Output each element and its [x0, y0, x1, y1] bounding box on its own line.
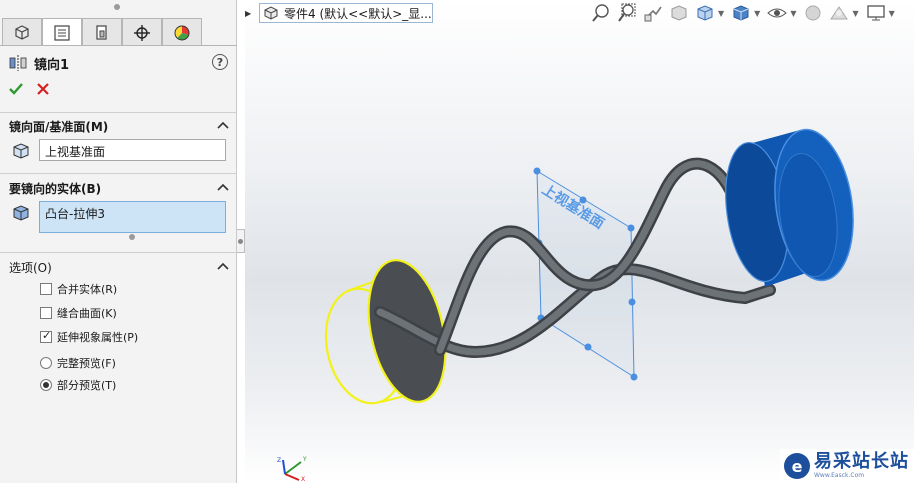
display-manager-icon: [174, 25, 190, 40]
display-style-button[interactable]: [730, 2, 752, 24]
merge-bodies-checkbox[interactable]: [40, 283, 52, 295]
knit-surfaces-label: 缝合曲面(K): [57, 307, 117, 320]
tab-display-manager[interactable]: [162, 18, 202, 46]
monitor-icon: [866, 5, 885, 21]
watermark-logo-icon: e: [784, 453, 810, 479]
property-manager-icon: [54, 24, 70, 41]
property-manager-panel: 镜向1 ? 镜向面/基准面(M) 上视基准面 要镜向的实体(B) 凸台-拉伸3 …: [0, 0, 237, 483]
manager-tabs: [2, 18, 202, 46]
tab-configuration-manager[interactable]: [82, 18, 122, 46]
watermark: e 易采站长站 Www.Easck.Com: [780, 449, 914, 483]
scene-icon: [830, 6, 849, 20]
propagate-visual-checkbox[interactable]: [40, 329, 52, 343]
view-orientation-icon: [697, 5, 713, 21]
zoom-to-area-icon: [618, 3, 636, 22]
tab-property-manager[interactable]: [42, 18, 82, 46]
hide-show-items-button[interactable]: [766, 2, 788, 24]
list-resize-grip[interactable]: [129, 234, 135, 240]
partial-preview-radio[interactable]: [40, 379, 52, 391]
panel-splitter-handle[interactable]: [237, 229, 245, 253]
triad-y-axis: [284, 461, 302, 475]
part-icon: [264, 6, 278, 20]
partial-preview-option[interactable]: 部分预览(T): [40, 377, 116, 393]
cancel-x-icon[interactable]: [36, 82, 50, 96]
zoom-to-fit-button[interactable]: [590, 2, 612, 24]
watermark-title: 易采站长站: [814, 451, 909, 472]
view-settings-dropdown-icon[interactable]: ▼: [889, 9, 895, 18]
tabs-divider: [0, 45, 237, 46]
full-preview-radio[interactable]: [40, 357, 52, 369]
tab-feature-manager[interactable]: [2, 18, 42, 46]
help-icon[interactable]: ?: [212, 54, 228, 70]
mirror-feature-icon: [9, 55, 27, 71]
section-divider: [0, 112, 237, 113]
knit-surfaces-checkbox[interactable]: [40, 307, 52, 319]
display-style-icon: [733, 5, 749, 21]
tab-dimxpert-manager[interactable]: [122, 18, 162, 46]
propagate-visual-option[interactable]: 延伸视象属性(P): [40, 329, 138, 345]
collapse-chevron-icon[interactable]: [217, 261, 229, 271]
part-name: 零件4 (默认<<默认>_显...: [284, 6, 432, 21]
model-scene: 上视基准面: [324, 128, 854, 405]
mirror-plane-field[interactable]: 上视基准面: [39, 139, 226, 161]
mirror-plane-group-title: 镜向面/基准面(M): [9, 120, 109, 134]
zoom-to-fit-icon: [592, 4, 609, 22]
view-settings-button[interactable]: [865, 2, 887, 24]
merge-bodies-option[interactable]: 合并实体(R): [40, 281, 117, 297]
propagate-visual-label: 延伸视象属性(P): [57, 331, 139, 344]
merge-bodies-label: 合并实体(R): [57, 283, 118, 296]
section-divider: [0, 252, 237, 253]
panel-resize-grip[interactable]: [114, 4, 120, 10]
dimxpert-manager-icon: [134, 24, 150, 41]
triad-y-label: Y: [302, 456, 307, 463]
previous-view-icon: [644, 6, 662, 22]
part-breadcrumb[interactable]: 零件4 (默认<<默认>_显...: [259, 3, 433, 23]
zoom-to-area-button[interactable]: [616, 2, 638, 24]
hide-show-eye-icon: [767, 8, 788, 18]
collapse-chevron-icon[interactable]: [217, 182, 229, 192]
apply-scene-button[interactable]: [828, 2, 850, 24]
ok-check-icon[interactable]: [9, 82, 23, 96]
full-preview-label: 完整预览(F): [57, 357, 116, 370]
section-divider: [0, 173, 237, 174]
plane-selection-icon: [13, 143, 29, 159]
reference-triad: Y X Z: [277, 456, 307, 482]
view-orientation-dropdown-icon[interactable]: ▼: [718, 9, 724, 18]
section-view-button[interactable]: [668, 2, 690, 24]
watermark-text-block: 易采站长站 Www.Easck.Com: [814, 452, 909, 480]
full-preview-option[interactable]: 完整预览(F): [40, 355, 116, 371]
view-orientation-button[interactable]: [694, 2, 716, 24]
triad-z-label: Z: [277, 457, 281, 464]
feature-title-row: 镜向1 ?: [8, 52, 230, 74]
feature-manager-icon: [15, 24, 29, 40]
section-view-icon: [671, 5, 687, 21]
display-style-dropdown-icon[interactable]: ▼: [754, 9, 760, 18]
solid-body-icon: [13, 205, 29, 221]
bodies-selection-list[interactable]: 凸台-拉伸3: [39, 201, 226, 233]
watermark-url: Www.Easck.Com: [814, 472, 865, 479]
tree-expand-arrow-icon[interactable]: ▶: [245, 9, 251, 18]
triad-x-axis: [284, 473, 300, 481]
triad-x-label: X: [301, 476, 305, 482]
hide-show-dropdown-icon[interactable]: ▼: [790, 9, 796, 18]
previous-view-button[interactable]: [642, 2, 664, 24]
collapse-chevron-icon[interactable]: [217, 120, 229, 130]
scene-dropdown-icon[interactable]: ▼: [852, 9, 858, 18]
edit-appearance-button[interactable]: [802, 2, 824, 24]
graphics-viewport[interactable]: 上视基准面 ▶ 零件4 (默认<<默认>_显... ▼ ▼ ▼ ▼ ▼ Y X …: [245, 0, 914, 483]
configuration-manager-icon: [96, 24, 107, 40]
bodies-group-title: 要镜向的实体(B): [9, 182, 102, 196]
appearance-sphere-icon: [805, 5, 821, 21]
heads-up-toolbar: ▼ ▼ ▼ ▼ ▼: [590, 2, 901, 24]
options-group-title: 选项(O): [9, 261, 52, 275]
knit-surfaces-option[interactable]: 缝合曲面(K): [40, 305, 117, 321]
feature-title: 镜向1: [34, 57, 70, 73]
triad-z-axis: [282, 459, 286, 475]
partial-preview-label: 部分预览(T): [57, 379, 117, 392]
